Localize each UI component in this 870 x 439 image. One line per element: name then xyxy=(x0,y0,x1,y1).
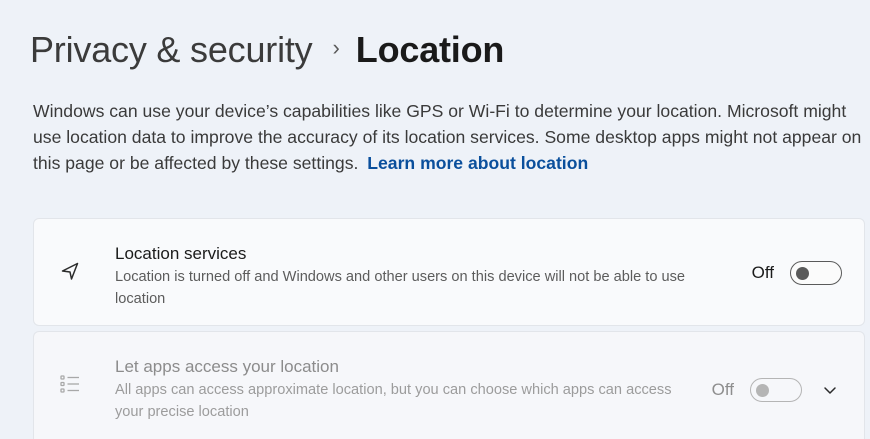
app-location-access-title: Let apps access your location xyxy=(115,357,339,376)
learn-more-link[interactable]: Learn more about location xyxy=(367,153,588,173)
page-title: Location xyxy=(355,29,505,70)
app-location-access-text: Let apps access your location All apps c… xyxy=(115,356,700,423)
location-services-toggle-group: Off xyxy=(752,261,842,285)
location-services-toggle[interactable] xyxy=(790,261,842,285)
breadcrumb: Privacy & security › Location xyxy=(30,26,504,74)
location-services-text: Location services Location is turned off… xyxy=(115,243,700,310)
app-location-access-toggle-group: Off xyxy=(712,378,838,402)
breadcrumb-parent-privacy-security[interactable]: Privacy & security xyxy=(30,29,313,71)
location-services-subtitle: Location is turned off and Windows and o… xyxy=(115,269,686,307)
location-description: Windows can use your device’s capabiliti… xyxy=(33,98,865,176)
app-location-access-toggle[interactable] xyxy=(750,378,802,402)
chevron-down-icon[interactable] xyxy=(822,382,838,398)
list-icon xyxy=(60,375,79,393)
location-services-title: Location services xyxy=(115,244,247,263)
breadcrumb-separator-icon: › xyxy=(332,35,340,60)
app-location-access-card[interactable]: Let apps access your location All apps c… xyxy=(33,331,865,439)
app-location-access-toggle-label: Off xyxy=(711,380,734,399)
toggle-knob xyxy=(796,266,809,280)
toggle-knob xyxy=(756,383,769,397)
location-arrow-icon xyxy=(61,262,79,280)
location-services-card: Location services Location is turned off… xyxy=(33,218,865,326)
location-services-toggle-label: Off xyxy=(751,263,774,282)
app-location-access-subtitle: All apps can access approximate location… xyxy=(115,382,672,420)
